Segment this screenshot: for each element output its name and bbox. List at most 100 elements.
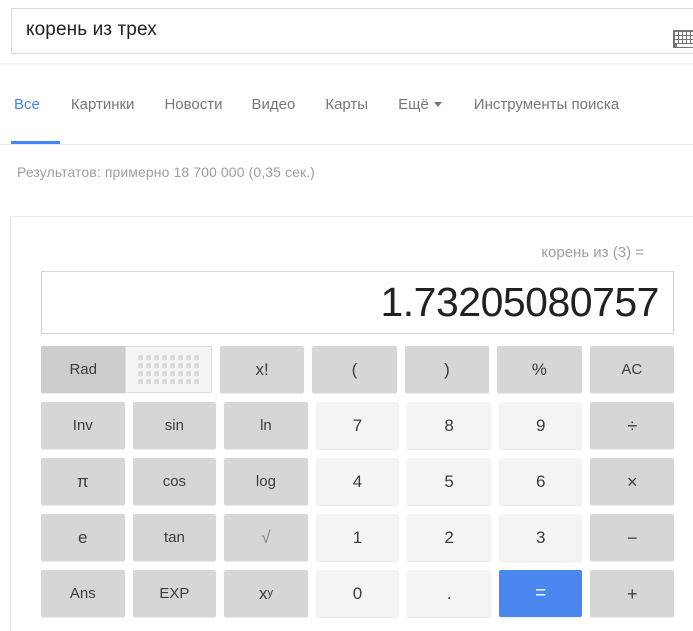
nav-tab-4[interactable]: Карты [325,80,368,114]
factorial-button[interactable]: x! [219,346,305,393]
pi-button[interactable]: π [41,458,125,505]
calculator-result: 1.73205080757 [380,279,659,325]
digit-0-button[interactable]: 0 [315,570,400,617]
key-label: Inv [72,417,93,434]
plus-button[interactable]: + [590,570,675,617]
digit-2-button[interactable]: 2 [407,514,491,561]
ln-button[interactable]: ln [224,402,308,449]
key-label: tan [163,529,185,546]
key-label: 0 [352,584,363,603]
key-label: 5 [444,472,454,491]
key-label: Rad [69,361,97,378]
digit-6-button[interactable]: 6 [498,458,583,505]
nav-tab-label: Картинки [70,96,135,113]
all-clear-button[interactable]: AC [589,346,674,393]
sqrt-button[interactable]: √ [224,514,308,561]
calculator-widget: корень из (3) = 1.73205080757 Rad x! ()% AC… [10,216,693,631]
digit-4-button[interactable]: 4 [315,458,400,505]
key-label: π [76,472,89,491]
key-label: e [78,528,88,547]
nav-tab-label: Инструменты поиска [473,96,620,113]
tan-button[interactable]: tan [132,514,217,561]
euler-button[interactable]: e [41,514,125,561]
key-label: AC [621,361,643,378]
key-label: 2 [444,528,454,547]
nav-tab-label: Ещё [398,96,429,113]
digit-1-button[interactable]: 1 [315,514,400,561]
minus-button[interactable]: − [590,514,675,561]
inverse-button[interactable]: Inv [41,402,125,449]
key-label: . [446,584,452,603]
key-label: 6 [535,472,546,491]
digit-3-button[interactable]: 3 [498,514,583,561]
nav-divider [0,144,693,145]
power-button[interactable]: xy [224,570,308,617]
cos-button[interactable]: cos [132,458,217,505]
close-paren-button[interactable]: ) [404,346,490,393]
search-input[interactable]: корень из трех [26,19,157,41]
keypad-row: Ans EXP x y 0. = + [41,570,675,617]
nav-tab-label: Все [14,96,40,113]
search-results-page: корень из трех Все Картинки Новости Виде… [0,0,693,631]
digit-5-button[interactable]: 5 [407,458,491,505]
digit-8-button[interactable]: 8 [407,402,491,449]
key-label: cos [162,473,187,490]
search-bar: корень из трех [0,0,693,67]
digit-7-button[interactable]: 7 [315,402,400,449]
key-label: EXP [159,585,190,602]
nav-tab-1[interactable]: Картинки [71,80,135,114]
search-box[interactable]: корень из трех [11,8,693,54]
key-label: 4 [352,472,363,491]
power-base-label: x [258,584,268,603]
deg-button[interactable] [125,346,212,393]
keypad-row: π cos log 4 5 6 × [41,458,675,505]
nav-tab-2[interactable]: Новости [164,80,222,114]
key-label: = [535,583,547,604]
nav-tab-3[interactable]: Видео [252,80,296,114]
dot-grid-icon [138,355,200,384]
key-label: − [627,527,638,548]
nav-tab-label: Новости [164,96,223,113]
power-exponent-label: y [267,587,273,599]
key-label: sin [164,417,184,434]
keypad-row: e tan √ 1 2 3 − [41,514,675,561]
digit-9-button[interactable]: 9 [498,402,583,449]
result-stats: Результатов: примерно 18 700 000 (0,35 с… [17,164,315,180]
sin-button[interactable]: sin [132,402,217,449]
percent-button[interactable]: % [497,346,582,393]
keyboard-icon[interactable] [673,30,693,48]
key-label: ÷ [627,415,638,436]
calculator-keypad: Rad x! ()% AC Inv sin ln 7 8 9 ÷ π cos log 4 5 6 × e tan √ 1 2… [41,346,675,626]
calculator-display[interactable]: 1.73205080757 [41,271,674,334]
divide-button[interactable]: ÷ [590,402,675,449]
keypad-row: Rad x! ()% AC [41,346,674,393]
nav-tab-0[interactable]: Все [14,80,40,114]
log-button[interactable]: log [224,458,308,505]
equals-button[interactable]: = [498,570,583,617]
open-paren-button[interactable]: ( [312,346,397,393]
nav-tab-6[interactable]: Инструменты поиска [474,80,619,114]
key-label: 3 [535,528,546,547]
key-label: √ [261,528,271,547]
exponent-button[interactable]: EXP [132,570,217,617]
decimal-point-button[interactable]: . [407,570,491,617]
nav-tab-label: Видео [251,96,296,113]
key-label: ln [260,417,272,434]
rad-button[interactable]: Rad [41,346,126,393]
key-label: 8 [444,416,454,435]
nav-tab-label: Карты [325,96,369,113]
answer-button[interactable]: Ans [41,570,125,617]
multiply-button[interactable]: × [590,458,675,505]
chevron-down-icon [433,101,442,107]
key-label: 7 [352,416,363,435]
key-label: 1 [352,528,363,547]
calculator-expression: корень из (3) = [541,244,644,261]
key-label: 9 [535,416,546,435]
key-label: ( [351,360,358,379]
key-label: Ans [69,585,96,602]
key-label: × [627,471,638,492]
key-label: x! [255,360,269,379]
keypad-row: Inv sin ln 7 8 9 ÷ [41,402,675,449]
nav-tab-5[interactable]: Ещё [398,80,442,114]
key-label: ) [444,360,450,379]
